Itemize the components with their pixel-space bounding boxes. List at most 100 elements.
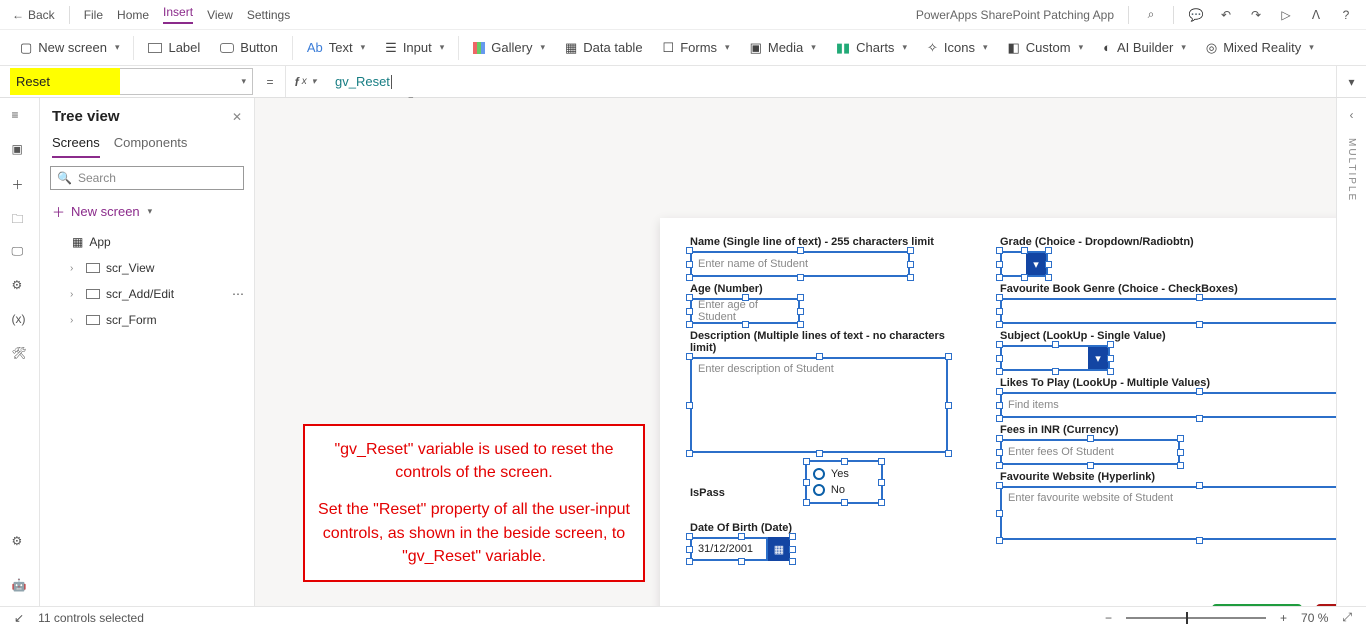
advanced-tools-icon[interactable]: 🛠	[12, 346, 28, 362]
menu-settings[interactable]: Settings	[247, 8, 290, 22]
properties-rail[interactable]: ‹ MULTIPLE	[1336, 98, 1366, 606]
chevron-down-icon: ▾	[1088, 347, 1108, 369]
insert-ribbon: ▢ New screen ▾ Label Button AbText▾ ☰Inp…	[0, 30, 1366, 66]
new-screen-link[interactable]: ＋ New screen ▾	[40, 198, 254, 229]
variables-icon[interactable]: (x)	[12, 312, 28, 328]
top-bar: ← Back File Home Insert View Settings Po…	[0, 0, 1366, 30]
zoom-out-icon[interactable]: −	[1105, 611, 1112, 625]
insert-aibuilder[interactable]: ◐AI Builder▾	[1093, 35, 1196, 60]
genre-combobox[interactable]: ▾	[1000, 298, 1336, 324]
fit-to-screen-icon[interactable]: ⤢	[1342, 610, 1352, 625]
search-icon: 🔍	[57, 171, 72, 185]
insert-media[interactable]: ▣Media▾	[740, 35, 826, 61]
comment-icon[interactable]: 💬	[1188, 7, 1204, 23]
annotation-line1: "gv_Reset" variable is used to reset the…	[315, 438, 633, 484]
settings-icon[interactable]: ⚙	[12, 534, 28, 550]
site-input[interactable]: Enter favourite website of Student	[1000, 486, 1336, 540]
zoom-in-icon[interactable]: +	[1280, 611, 1287, 625]
age-input[interactable]: Enter age of Student	[690, 298, 800, 324]
play-icon[interactable]: ▷	[1278, 7, 1294, 23]
virtual-agent-icon[interactable]: 🤖	[12, 578, 28, 594]
fx-button[interactable]: fx▾	[285, 66, 325, 97]
share-icon[interactable]: ᐱ	[1308, 7, 1324, 23]
insert-input[interactable]: ☰Input▾	[375, 35, 454, 61]
subject-dropdown[interactable]: ▾	[1000, 345, 1110, 371]
redo-icon[interactable]: ↷	[1248, 7, 1264, 23]
property-name: Reset	[10, 68, 120, 95]
save-button[interactable]: Save	[1212, 604, 1302, 606]
back-button[interactable]: ← Back	[12, 8, 55, 22]
insert-gallery[interactable]: Gallery▾	[463, 35, 555, 60]
tree-view-title: Tree view	[52, 108, 120, 125]
tab-components[interactable]: Components	[114, 135, 188, 158]
button-icon	[220, 43, 234, 53]
insert-mixedreality[interactable]: ◎Mixed Reality▾	[1196, 35, 1324, 61]
equals-label: =	[255, 66, 285, 97]
menu-insert[interactable]: Insert	[163, 5, 193, 24]
insert-charts[interactable]: ▮▮Charts▾	[826, 35, 917, 61]
insert-datatable[interactable]: ▦Data table	[555, 35, 653, 61]
more-icon[interactable]: ⋯	[232, 287, 244, 301]
tree-view-icon[interactable]: ≡	[12, 108, 28, 124]
tree-node-app[interactable]: ▦App	[48, 229, 254, 255]
close-button[interactable]: Close	[1316, 604, 1336, 606]
left-rail: ≡ ▣ ＋ 🗀 🖵 ⚙ (x) 🛠 ⚙ 🤖	[0, 98, 40, 606]
table-icon: ▦	[565, 40, 577, 56]
power-automate-icon[interactable]: ⚙	[12, 278, 28, 294]
insert-custom[interactable]: ◧Custom▾	[997, 35, 1093, 61]
screen-icon	[86, 315, 100, 325]
insert-forms[interactable]: ☐Forms▾	[653, 35, 740, 61]
close-icon[interactable]: ✕	[232, 110, 242, 124]
divider	[1173, 6, 1174, 24]
gallery-icon	[473, 42, 485, 54]
app-icon: ▦	[72, 235, 83, 249]
expand-formula-button[interactable]: ▾	[1336, 66, 1366, 97]
radio-icon[interactable]	[813, 484, 825, 496]
insert-icon[interactable]: ▣	[12, 142, 28, 158]
tree-node-scr-view[interactable]: ›scr_View	[48, 255, 254, 281]
grade-dropdown[interactable]: ▾	[1000, 251, 1048, 277]
media-icon: ▣	[750, 40, 762, 56]
dob-input[interactable]: 31/12/2001 ▦	[690, 537, 792, 561]
property-selector[interactable]: Reset ▾	[0, 66, 255, 97]
age-label: Age (Number)	[690, 283, 950, 295]
screen-icon	[86, 289, 100, 299]
radio-icon[interactable]	[813, 468, 825, 480]
ispass-radio[interactable]: Yes No	[745, 460, 883, 504]
menu-home[interactable]: Home	[117, 8, 149, 22]
tree-node-scr-addedit[interactable]: ›scr_Add/Edit⋯	[48, 281, 254, 307]
tree-search-input[interactable]: 🔍 Search	[50, 166, 244, 190]
formula-input[interactable]: gv_Reset	[325, 66, 1336, 97]
desc-label: Description (Multiple lines of text - no…	[690, 330, 950, 354]
tree-node-scr-form[interactable]: ›scr_Form	[48, 307, 254, 333]
chevron-down-icon: ▾	[148, 206, 153, 217]
likes-combobox[interactable]: Find items▾	[1000, 392, 1336, 418]
insert-icons[interactable]: ✧Icons▾	[917, 35, 998, 61]
screen-icon	[86, 263, 100, 273]
forms-icon: ☐	[663, 40, 675, 56]
fees-input[interactable]: Enter fees Of Student	[1000, 439, 1180, 465]
menu-file[interactable]: File	[84, 8, 103, 22]
add-icon[interactable]: ＋	[12, 176, 28, 192]
zoom-slider[interactable]	[1126, 617, 1266, 619]
insert-label[interactable]: Label	[138, 35, 210, 60]
menu-view[interactable]: View	[207, 8, 233, 22]
stethoscope-icon[interactable]: ⌕	[1143, 7, 1159, 23]
undo-icon[interactable]: ↶	[1218, 7, 1234, 23]
insert-text[interactable]: AbText▾	[297, 35, 375, 60]
input-icon: ☰	[385, 40, 397, 56]
calendar-icon[interactable]: ▦	[768, 537, 790, 561]
divider	[1128, 6, 1129, 24]
app-title: PowerApps SharePoint Patching App	[916, 8, 1114, 22]
desc-input[interactable]: Enter description of Student	[690, 357, 948, 453]
insert-button[interactable]: Button	[210, 35, 288, 60]
data-icon[interactable]: 🗀	[12, 210, 28, 226]
tab-screens[interactable]: Screens	[52, 135, 100, 158]
media-icon[interactable]: 🖵	[12, 244, 28, 260]
chevron-down-icon: ▾	[1348, 75, 1354, 89]
help-icon[interactable]: ?	[1338, 7, 1354, 23]
charts-icon: ▮▮	[836, 40, 850, 56]
new-screen-button[interactable]: ▢ New screen ▾	[10, 35, 129, 61]
name-input[interactable]: Enter name of Student	[690, 251, 910, 277]
screen-nav-left-icon[interactable]: ↙	[14, 611, 24, 625]
